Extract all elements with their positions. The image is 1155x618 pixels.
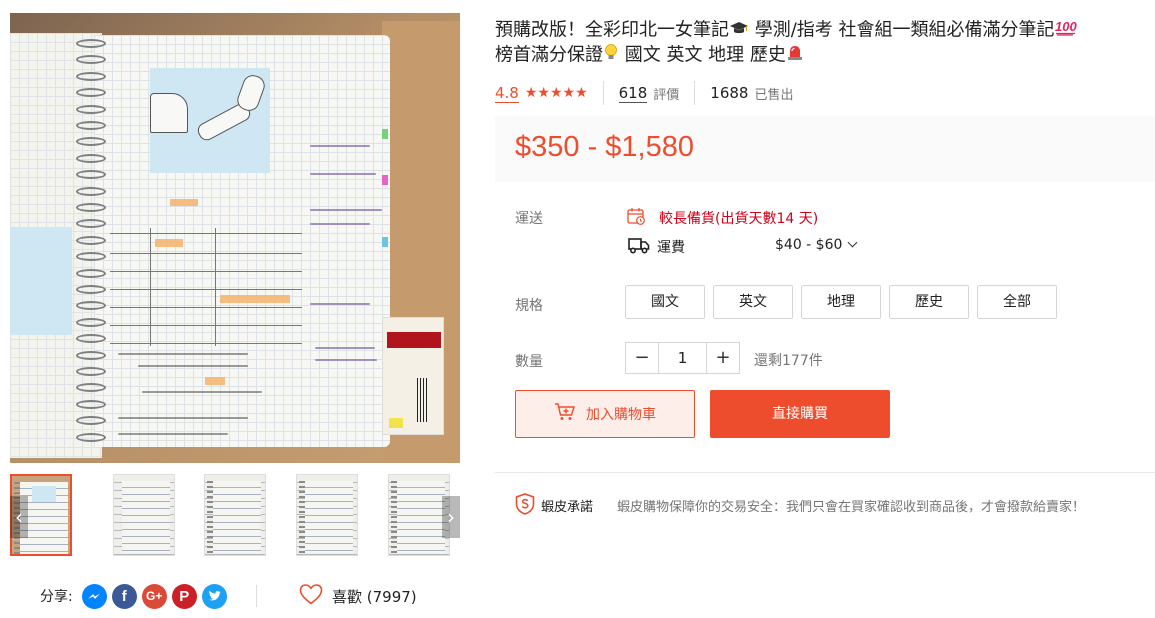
quantity-label: 數量 [515, 354, 543, 370]
shipping-fee-label: 運費 [657, 240, 685, 256]
thumbnail-5[interactable] [388, 474, 450, 556]
share-divider [256, 585, 257, 607]
facebook-share-icon[interactable]: f [111, 583, 137, 609]
spiral-ring [76, 285, 106, 294]
thumbnail-3[interactable] [204, 474, 266, 556]
rating-score[interactable]: 4.8 [495, 84, 519, 103]
rating-stars-icon: ★★★★★ [524, 85, 588, 101]
main-product-image[interactable] [10, 13, 460, 463]
spiral-ring [76, 301, 106, 311]
shipping-fee-dropdown[interactable]: $40 - $60 [775, 237, 858, 253]
spiral-ring [76, 334, 106, 344]
thumbnail-2[interactable] [113, 474, 175, 556]
spiral-ring [76, 170, 106, 180]
google-plus-share-icon[interactable]: G+ [141, 583, 167, 609]
hundred-points-icon: 100 [1055, 18, 1077, 43]
product-title-text: 榜首滿分保證 [495, 44, 603, 66]
review-count[interactable]: 618 [618, 84, 648, 103]
image-spiral-binding [76, 39, 106, 449]
calendar-icon [626, 206, 646, 230]
share-row: 分享: f G+ P [40, 581, 227, 611]
shipping-fee-value: $40 - $60 [775, 237, 843, 253]
guarantee-text: 蝦皮購物保障你的交易安全：我們只會在買家確認收到商品後，才會撥款給賣家！ [617, 500, 1086, 515]
price-range: $350 - $1,580 [515, 131, 694, 163]
spiral-ring [76, 416, 106, 426]
variant-option-history[interactable]: 歷史 [889, 285, 969, 319]
quantity-stepper: − 1 + [625, 342, 740, 374]
variant-option-english[interactable]: 英文 [713, 285, 793, 319]
like-count-label: 喜歡 (7997) [332, 587, 417, 606]
spiral-ring [76, 252, 106, 262]
sold-label: 已售出 [754, 87, 794, 103]
spiral-ring [76, 235, 106, 245]
like-button[interactable]: 喜歡 (7997) [298, 583, 417, 609]
thumbnail-strip: ‹ › [10, 472, 460, 557]
cart-plus-icon [554, 402, 576, 426]
product-title: 預購改版！全彩印北一女筆記 學測/指考 社會組一類組必備滿分筆記 100 榜首滿分保… [495, 18, 1145, 68]
graduation-cap-icon [729, 19, 749, 43]
siren-icon [786, 43, 804, 68]
light-bulb-icon [603, 43, 619, 68]
add-to-cart-button[interactable]: 加入購物車 [515, 390, 695, 438]
spiral-ring [76, 104, 106, 114]
variant-option-all[interactable]: 全部 [977, 285, 1057, 319]
shipping-label: 運送 [515, 211, 543, 227]
spiral-ring [76, 88, 106, 98]
stock-remaining: 還剩177件 [754, 353, 823, 369]
guarantee-title: 蝦皮承諾 [541, 500, 594, 515]
thumbnail-next-button[interactable]: › [442, 496, 460, 538]
spiral-ring [76, 350, 106, 360]
thumbnail-prev-button[interactable]: ‹ [10, 496, 28, 538]
share-label: 分享: [40, 589, 73, 605]
review-label: 評價 [653, 87, 680, 103]
spiral-ring [76, 137, 106, 147]
spiral-ring [76, 203, 106, 212]
pinterest-share-icon[interactable]: P [171, 583, 197, 609]
image-product-label [382, 317, 444, 435]
spiral-ring [76, 121, 106, 130]
svg-text:100: 100 [1055, 19, 1077, 34]
spiral-ring [76, 186, 106, 196]
spiral-ring [76, 432, 106, 442]
twitter-share-icon[interactable] [201, 583, 227, 609]
buy-now-button[interactable]: 直接購買 [710, 390, 890, 438]
variant-option-geography[interactable]: 地理 [801, 285, 881, 319]
product-title-text: 學測/指考 社會組一類組必備滿分筆記 [749, 19, 1055, 41]
spiral-ring [76, 55, 106, 65]
shield-icon [515, 493, 535, 519]
quantity-decrease-button[interactable]: − [626, 343, 658, 373]
spiral-ring [76, 399, 106, 409]
spiral-ring [76, 71, 106, 81]
truck-icon [628, 236, 650, 258]
price-box: $350 - $1,580 [495, 116, 1155, 182]
shipping-backorder-text: 較長備貨(出貨天數14 天) [659, 211, 819, 227]
divider [602, 81, 604, 105]
divider [694, 81, 696, 105]
rating-row: 4.8 ★★★★★ 618 評價 1688 已售出 [495, 81, 794, 105]
variant-option-chinese[interactable]: 國文 [625, 285, 705, 319]
thumbnail-4[interactable] [296, 474, 358, 556]
product-title-text: 預購改版！全彩印北一女筆記 [495, 19, 729, 41]
chevron-down-icon [847, 237, 858, 248]
quantity-increase-button[interactable]: + [707, 343, 739, 373]
guarantee-divider [495, 472, 1155, 473]
messenger-share-icon[interactable] [81, 583, 107, 609]
spiral-ring [76, 39, 106, 48]
spiral-ring [76, 268, 106, 278]
sold-count: 1688 [710, 84, 749, 102]
spiral-ring [76, 219, 106, 229]
variant-label: 規格 [515, 298, 543, 314]
quantity-input[interactable]: 1 [658, 343, 707, 373]
heart-icon [298, 582, 324, 610]
spiral-ring [76, 383, 106, 393]
spiral-ring [76, 153, 106, 163]
spiral-ring [76, 367, 106, 376]
add-to-cart-label: 加入購物車 [586, 407, 656, 423]
image-left-map [10, 227, 72, 335]
spiral-ring [76, 317, 106, 327]
product-title-text: 國文 英文 地理 歷史 [619, 44, 786, 66]
